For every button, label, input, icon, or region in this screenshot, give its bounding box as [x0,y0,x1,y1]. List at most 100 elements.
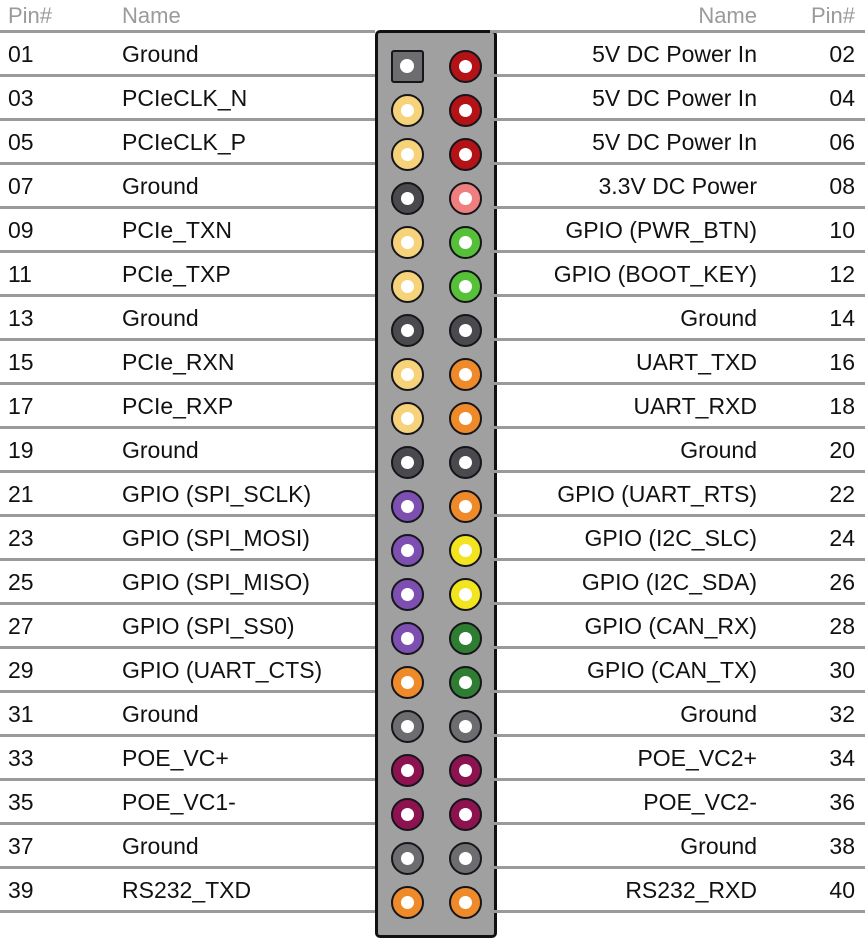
right-pin-name: GPIO (CAN_RX) [584,612,757,639]
pad-hole [458,191,472,205]
right-header-pin: Pin# [810,3,855,28]
connector-body [375,30,497,938]
right-pin-name: Ground [680,304,757,331]
connector-pin-pair [378,836,494,880]
pad-hole [458,279,472,293]
pad-hole [400,59,414,73]
right-pin-number: 12 [829,260,855,287]
left-pin-name: PCIe_RXN [122,348,235,375]
right-pin-name: GPIO (I2C_SDA) [581,568,757,595]
right-pin-name: GPIO (BOOT_KEY) [553,260,757,287]
pad-hole [458,543,472,557]
left-pin-number: 35 [8,788,34,815]
right-pin-number: 06 [829,128,855,155]
pad-hole [400,895,414,909]
pad-hole [458,499,472,513]
pad-hole [400,279,414,293]
left-header-pin: Pin# [8,3,53,28]
right-pin-number: 22 [829,480,855,507]
left-pin-number: 21 [8,480,34,507]
left-pin-number: 19 [8,436,34,463]
table-row: UART_TXD 16 [490,341,865,385]
left-pin-name: PCIe_TXN [122,216,232,243]
left-pin-number: 27 [8,612,34,639]
connector-pin-pair [378,176,494,220]
connector-pin-pair [378,792,494,836]
connector-pad-23 [390,533,424,567]
right-pin-number: 26 [829,568,855,595]
connector-pad-07 [390,181,424,215]
connector-pad-22 [448,489,482,523]
left-pin-name: PCIeCLK_N [122,84,248,111]
left-pin-name: POE_VC1- [122,788,236,815]
connector-pad-19 [390,445,424,479]
left-pin-name: Ground [122,40,199,67]
right-pin-number: 08 [829,172,855,199]
left-pin-name: GPIO (SPI_SCLK) [122,480,312,507]
table-row: GPIO (CAN_RX) 28 [490,605,865,649]
connector-pin-pair [378,660,494,704]
table-row: 5V DC Power In 04 [490,77,865,121]
connector-pad-36 [448,797,482,831]
pad-hole [400,807,414,821]
right-pin-number: 20 [829,436,855,463]
connector-pad-05 [390,137,424,171]
right-pin-name: 5V DC Power In [592,128,757,155]
connector-pin-pair [378,264,494,308]
pad-hole [458,147,472,161]
table-row: 21 GPIO (SPI_SCLK) [0,473,375,517]
pad-hole [400,411,414,425]
table-row: 09 PCIe_TXN [0,209,375,253]
table-row: 15 PCIe_RXN [0,341,375,385]
right-pin-name: 5V DC Power In [592,40,757,67]
connector-pad-40 [448,885,482,919]
table-row: RS232_RXD 40 [490,869,865,913]
left-pin-number: 07 [8,172,34,199]
connector-pin-pair [378,88,494,132]
right-pin-name: POE_VC2+ [637,744,757,771]
table-row: 39 RS232_TXD [0,869,375,913]
connector-pin-pair [378,132,494,176]
left-pin-number: 39 [8,876,34,903]
left-pin-number: 29 [8,656,34,683]
table-row: 5V DC Power In 02 [490,33,865,77]
right-pin-number: 36 [829,788,855,815]
right-pin-number: 28 [829,612,855,639]
table-row: 27 GPIO (SPI_SS0) [0,605,375,649]
pad-hole [400,191,414,205]
right-pin-number: 14 [829,304,855,331]
table-row: 33 POE_VC+ [0,737,375,781]
table-row: GPIO (BOOT_KEY) 12 [490,253,865,297]
connector-pad-24 [448,533,482,567]
connector-pad-31 [390,709,424,743]
left-pin-number: 13 [8,304,34,331]
table-row: Ground 38 [490,825,865,869]
table-row: 03 PCIeCLK_N [0,77,375,121]
right-pin-number: 34 [829,744,855,771]
connector-pad-29 [390,665,424,699]
pad-hole [458,851,472,865]
right-pin-number: 40 [829,876,855,903]
right-pin-name: GPIO (PWR_BTN) [565,216,757,243]
right-pin-number: 24 [829,524,855,551]
connector-pad-27 [390,621,424,655]
connector-pad-25 [390,577,424,611]
left-pin-name: Ground [122,832,199,859]
table-row: 35 POE_VC1- [0,781,375,825]
table-row: 05 PCIeCLK_P [0,121,375,165]
connector-pin-pair [378,440,494,484]
left-pin-number: 09 [8,216,34,243]
table-row: 13 Ground [0,297,375,341]
table-row: POE_VC2- 36 [490,781,865,825]
table-row: UART_RXD 18 [490,385,865,429]
table-row: GPIO (UART_RTS) 22 [490,473,865,517]
right-pin-number: 32 [829,700,855,727]
pad-hole [458,719,472,733]
pad-hole [400,235,414,249]
table-row: GPIO (I2C_SDA) 26 [490,561,865,605]
left-pin-table: Pin# Name 01 Ground 03 PCIeCLK_N 05 PCIeCLK_P… [0,0,375,913]
pad-hole [458,103,472,117]
pad-hole [400,543,414,557]
connector-pad-34 [448,753,482,787]
connector-pin-pair [378,44,494,88]
